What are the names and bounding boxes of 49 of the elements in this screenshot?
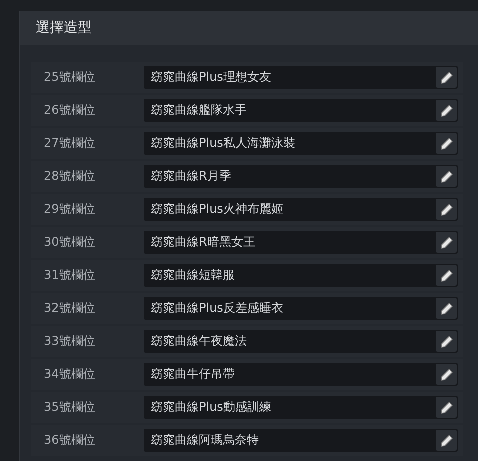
edit-button[interactable] — [436, 133, 457, 154]
pencil-icon — [440, 334, 454, 348]
name-field[interactable]: 窈窕曲線Plus火神布麗姬 — [144, 198, 458, 221]
edit-button[interactable] — [436, 397, 457, 418]
name-field[interactable]: 窈窕曲線Plus動感訓練 — [144, 396, 458, 419]
edit-button[interactable] — [436, 232, 457, 253]
slot-label: 30號欄位 — [43, 234, 96, 251]
pencil-icon — [440, 104, 454, 118]
name-field[interactable]: 窈窕曲牛仔吊帶 — [144, 363, 458, 386]
name-field[interactable]: 窈窕曲線艦隊水手 — [144, 99, 458, 122]
edit-button[interactable] — [436, 265, 457, 286]
name-field[interactable]: 窈窕曲線Plus反差感睡衣 — [144, 297, 458, 320]
slot-label: 35號欄位 — [43, 399, 96, 416]
name-field[interactable]: 窈窕曲線午夜魔法 — [144, 330, 458, 353]
edit-button[interactable] — [436, 67, 457, 88]
slot-label: 34號欄位 — [43, 366, 96, 383]
name-field[interactable]: 窈窕曲線Plus私人海灘泳裝 — [144, 132, 458, 155]
slot-label: 26號欄位 — [43, 102, 96, 119]
edit-button[interactable] — [436, 430, 457, 451]
slot-label: 33號欄位 — [43, 333, 96, 350]
pencil-icon — [440, 268, 454, 282]
slot-label: 36號欄位 — [43, 432, 96, 449]
edit-button[interactable] — [436, 199, 457, 220]
slot-label: 31號欄位 — [43, 267, 96, 284]
edit-button[interactable] — [436, 166, 457, 187]
pencil-icon — [440, 400, 454, 414]
pencil-icon — [440, 170, 454, 184]
slot-label: 25號欄位 — [43, 69, 96, 86]
name-field[interactable]: 窈窕曲線R月季 — [144, 165, 458, 188]
pencil-icon — [440, 368, 454, 382]
slot-label: 28號欄位 — [43, 168, 96, 185]
slot-label: 32號欄位 — [43, 300, 96, 317]
slot-label: 27號欄位 — [43, 135, 96, 152]
name-field[interactable]: 窈窕曲線阿瑪烏奈特 — [144, 429, 458, 452]
pencil-icon — [440, 302, 454, 316]
pencil-icon — [440, 236, 454, 250]
edit-button[interactable] — [436, 298, 457, 319]
pencil-icon — [440, 70, 454, 84]
dialog-title: 選擇造型 — [36, 19, 92, 37]
name-field[interactable]: 窈窕曲線R暗黑女王 — [144, 231, 458, 254]
pencil-icon — [440, 202, 454, 216]
slot-label: 29號欄位 — [43, 201, 96, 218]
name-field[interactable]: 窈窕曲線短韓服 — [144, 264, 458, 287]
edit-button[interactable] — [436, 331, 457, 352]
pencil-icon — [440, 136, 454, 150]
edit-button[interactable] — [436, 100, 457, 121]
pencil-icon — [440, 434, 454, 448]
edit-button[interactable] — [436, 364, 457, 385]
name-field[interactable]: 窈窕曲線Plus理想女友 — [144, 66, 458, 89]
